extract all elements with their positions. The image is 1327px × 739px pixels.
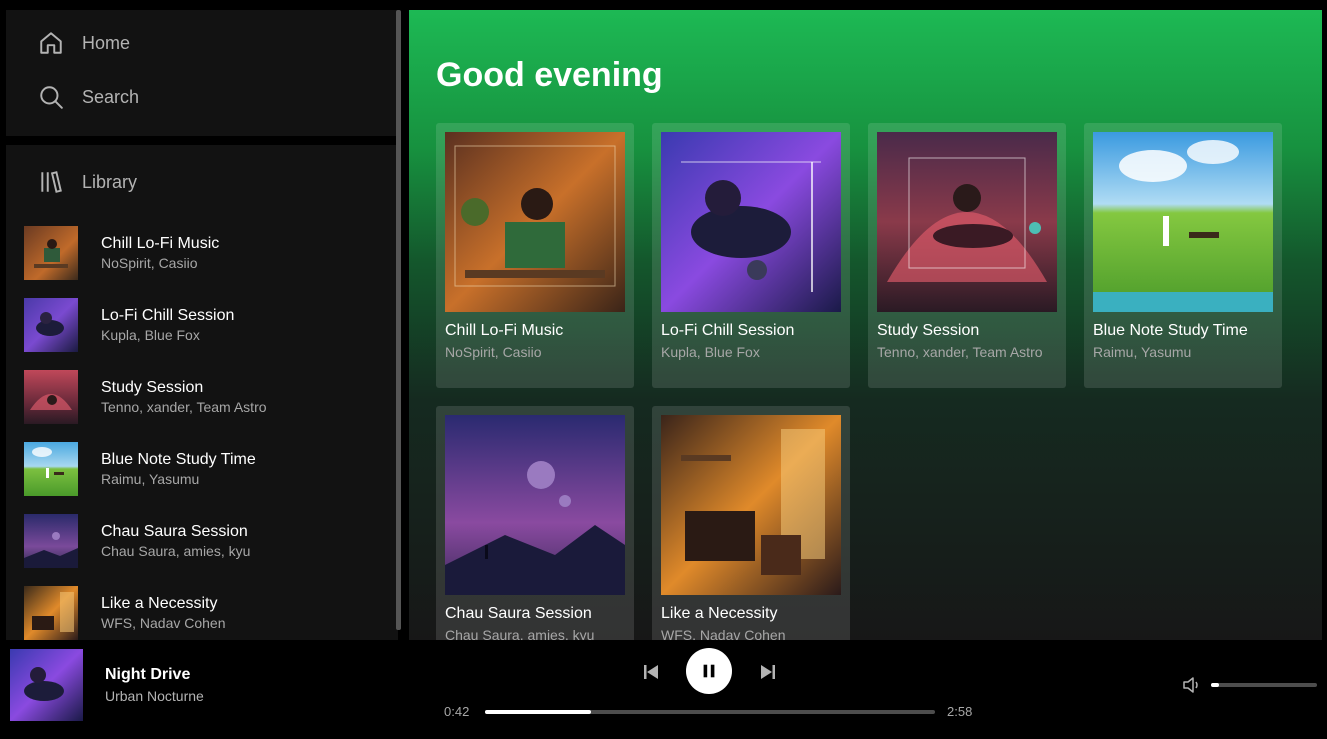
library-item-title: Chill Lo-Fi Music [101, 235, 220, 252]
skip-forward-icon [761, 665, 775, 679]
playlist-card[interactable]: Study Session Tenno, xander, Team Astro [868, 123, 1066, 388]
library-item-artists: Tenno, xander, Team Astro [101, 399, 267, 415]
playlist-card-title: Study Session [877, 322, 980, 339]
pause-button[interactable] [686, 648, 732, 694]
playlist-card-artists: WFS, Nadav Cohen [661, 627, 786, 640]
sidebar-nav: Home Search [6, 10, 398, 136]
progress-bar[interactable] [485, 710, 935, 714]
library-item-title: Study Session [101, 379, 204, 396]
library-item-artists: Raimu, Yasumu [101, 471, 200, 487]
progress-fill [485, 710, 592, 714]
playlist-card[interactable]: Like a Necessity WFS, Nadav Cohen [652, 406, 850, 640]
playlist-card[interactable]: Lo-Fi Chill Session Kupla, Blue Fox [652, 123, 850, 388]
nav-home-label: Home [82, 32, 131, 53]
library-item-artists: NoSpirit, Casiio [101, 255, 198, 271]
volume-fill [1211, 683, 1220, 687]
album-art-thumbnail [24, 226, 78, 280]
main-content: Good evening Chill Lo-Fi Music NoSpirit,… [409, 10, 1322, 640]
library-header[interactable]: Library [38, 169, 137, 195]
library-item-artists: Chau Saura, amies, kyu [101, 543, 251, 559]
album-art [661, 132, 841, 312]
library-item[interactable]: Lo-Fi Chill Session Kupla, Blue Fox [24, 289, 394, 361]
playlist-card-artists: Kupla, Blue Fox [661, 344, 760, 360]
playlist-card-title: Lo-Fi Chill Session [661, 322, 795, 339]
pause-icon [703, 664, 715, 678]
playlist-card[interactable]: Chill Lo-Fi Music NoSpirit, Casiio [436, 123, 634, 388]
skip-back-icon [644, 665, 658, 679]
music-app: Home Search Library Chill Lo-Fi Music No… [0, 0, 1327, 739]
album-art [1093, 132, 1273, 312]
nav-search[interactable]: Search [38, 84, 139, 110]
library-item[interactable]: Blue Note Study Time Raimu, Yasumu [24, 433, 394, 505]
playlist-card-artists: Raimu, Yasumu [1093, 344, 1192, 360]
library-label: Library [82, 171, 138, 192]
current-time: 0:42 [444, 704, 470, 719]
library-item[interactable]: Chill Lo-Fi Music NoSpirit, Casiio [24, 217, 394, 289]
library-item[interactable]: Chau Saura Session Chau Saura, amies, ky… [24, 505, 394, 577]
duration: 2:58 [947, 704, 973, 719]
nav-home[interactable]: Home [38, 30, 130, 56]
playlist-card-title: Like a Necessity [661, 605, 778, 622]
album-art-thumbnail [24, 442, 78, 496]
now-playing-art [10, 649, 83, 721]
sidebar-scrollbar[interactable] [396, 10, 401, 630]
library-item-title: Lo-Fi Chill Session [101, 307, 235, 324]
nav-search-label: Search [82, 86, 140, 107]
playlist-card-artists: NoSpirit, Casiio [445, 344, 542, 360]
playlist-card-artists: Tenno, xander, Team Astro [877, 344, 1043, 360]
library-item[interactable]: Study Session Tenno, xander, Team Astro [24, 361, 394, 433]
volume-icon[interactable] [1182, 676, 1202, 694]
library-item-artists: WFS, Nadav Cohen [101, 615, 226, 631]
album-art [661, 415, 841, 595]
album-art-thumbnail [24, 586, 78, 640]
library-icon [41, 171, 62, 193]
library-item[interactable]: Like a Necessity WFS, Nadav Cohen [24, 577, 394, 640]
library-panel: Library Chill Lo-Fi Music NoSpirit, Casi… [6, 145, 398, 640]
next-button[interactable] [758, 662, 778, 682]
playlist-card[interactable]: Blue Note Study Time Raimu, Yasumu [1084, 123, 1282, 388]
library-item-title: Like a Necessity [101, 595, 218, 612]
previous-button[interactable] [641, 662, 661, 682]
album-art-thumbnail [24, 298, 78, 352]
search-icon [40, 86, 63, 109]
home-icon [40, 32, 62, 54]
library-item-title: Blue Note Study Time [101, 451, 256, 468]
album-art-thumbnail [24, 370, 78, 424]
greeting-heading: Good evening [436, 56, 663, 94]
playlist-card-artists: Chau Saura, amies, kyu [445, 627, 595, 640]
playlist-card[interactable]: Chau Saura Session Chau Saura, amies, ky… [436, 406, 634, 640]
library-list: Chill Lo-Fi Music NoSpirit, Casiio Lo-Fi… [24, 217, 394, 640]
player-bar: Night Drive Urban Nocturne 0:42 2:58 [0, 640, 1327, 739]
library-item-artists: Kupla, Blue Fox [101, 327, 200, 343]
playlist-card-title: Blue Note Study Time [1093, 322, 1248, 339]
album-art-thumbnail [24, 514, 78, 568]
library-item-title: Chau Saura Session [101, 523, 248, 540]
now-playing-title[interactable]: Night Drive [105, 666, 190, 684]
album-art [445, 132, 625, 312]
now-playing-artist[interactable]: Urban Nocturne [105, 688, 204, 704]
playlist-card-title: Chill Lo-Fi Music [445, 322, 564, 339]
album-art [877, 132, 1057, 312]
album-art [445, 415, 625, 595]
volume-slider[interactable] [1211, 683, 1317, 687]
playlist-card-title: Chau Saura Session [445, 605, 592, 622]
